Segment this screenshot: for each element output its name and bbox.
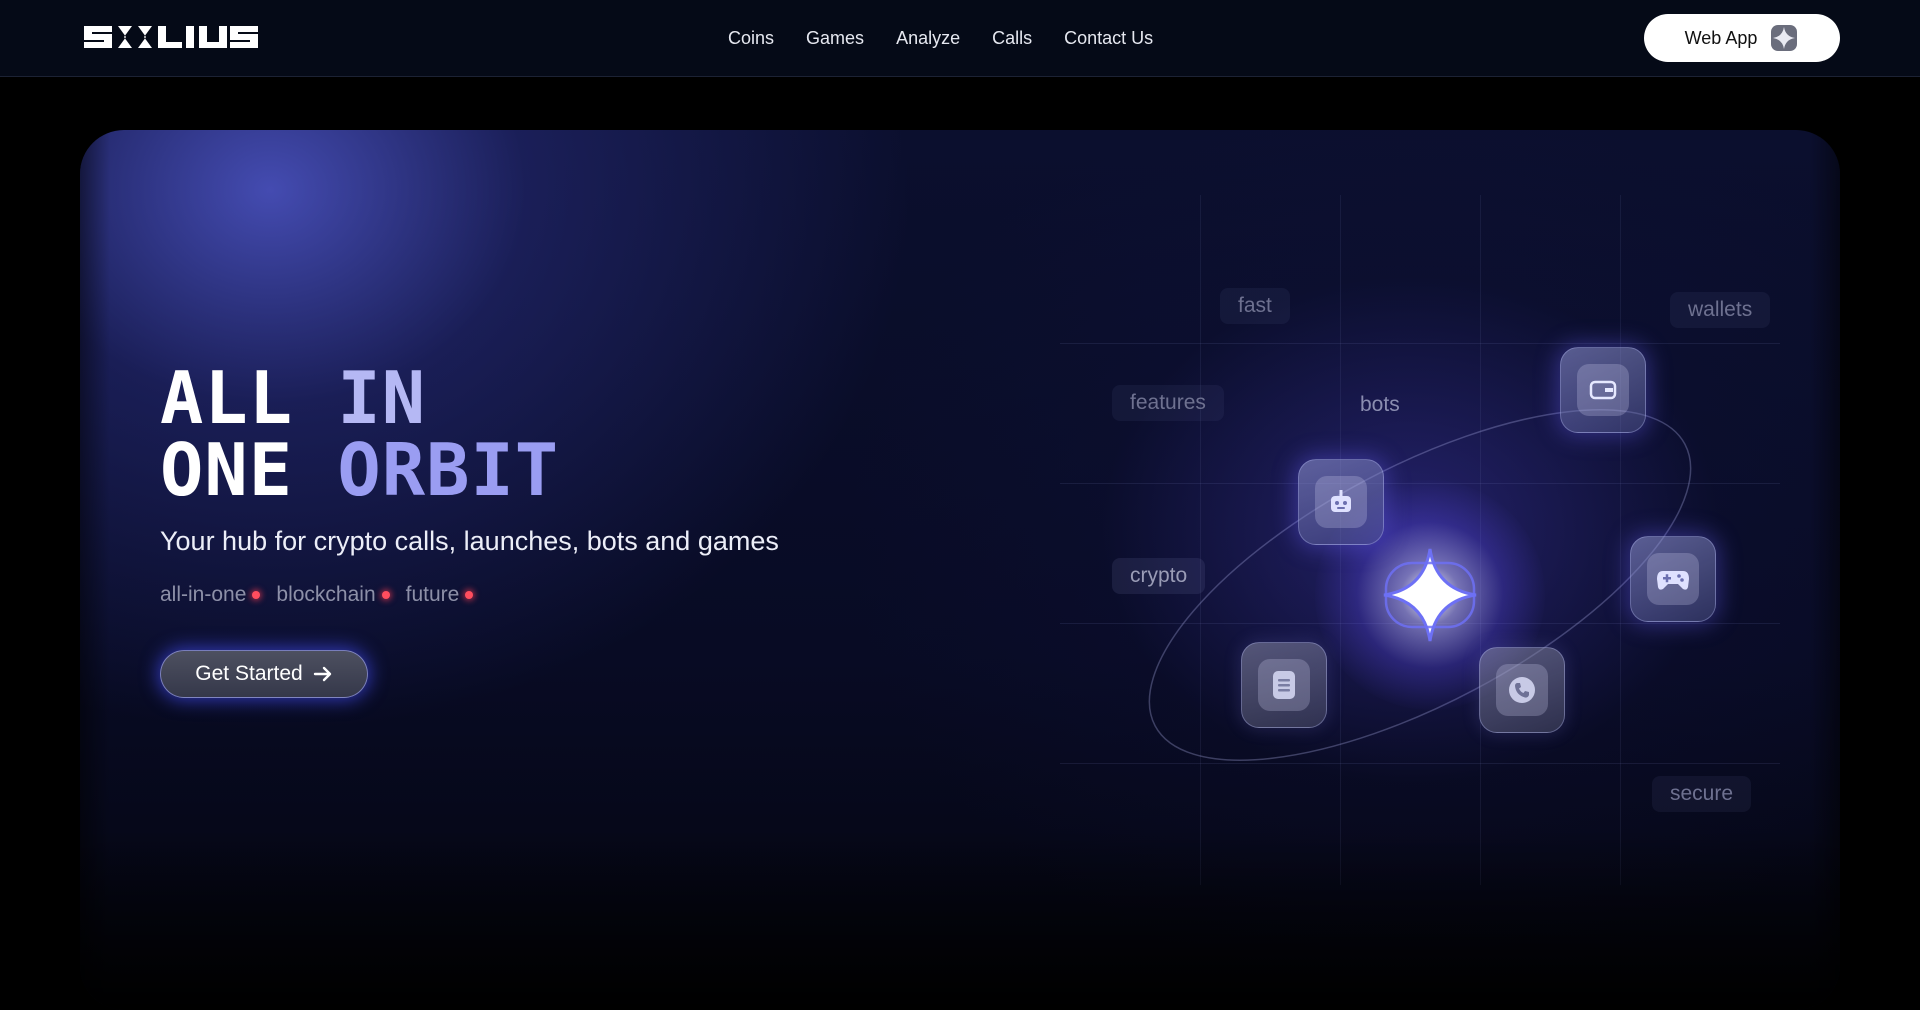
sparkle-star-icon: [1383, 548, 1477, 642]
tag-item: blockchain: [276, 583, 390, 607]
nav-analyze[interactable]: Analyze: [896, 28, 960, 49]
top-navbar: Coins Games Analyze Calls Contact Us Web…: [0, 0, 1920, 77]
bot-tile[interactable]: [1298, 459, 1384, 545]
main-nav: Coins Games Analyze Calls Contact Us: [728, 0, 1153, 76]
tile-inner: [1258, 659, 1310, 711]
gamepad-icon: [1657, 571, 1689, 590]
nav-contact-us[interactable]: Contact Us: [1064, 28, 1153, 49]
headline-word-orbit: ORBIT: [337, 428, 560, 512]
tile-inner: [1496, 664, 1548, 716]
document-tile[interactable]: [1241, 642, 1327, 728]
document-icon: [1273, 671, 1295, 699]
word-chip-wallets: wallets: [1670, 292, 1771, 328]
solius-logo[interactable]: [82, 22, 258, 50]
tile-inner: [1315, 476, 1367, 528]
tag-item: all-in-one: [160, 583, 261, 607]
tag-dot-icon: [252, 591, 261, 599]
get-started-label: Get Started: [195, 662, 303, 685]
web-app-button[interactable]: Web App: [1644, 14, 1840, 62]
tag-label: all-in-one: [160, 583, 247, 606]
tag-item: future: [406, 583, 474, 607]
tag-dot-icon: [381, 591, 390, 599]
get-started-button[interactable]: Get Started: [160, 650, 368, 698]
hero-subtitle: Your hub for crypto calls, launches, bot…: [160, 526, 779, 556]
headline-line-2: ONE ORBIT: [160, 434, 559, 506]
wallet-icon: [1589, 380, 1617, 400]
hero-headline: ALL IN ONE ORBIT: [160, 362, 559, 506]
word-chip-bots: bots: [1360, 393, 1400, 416]
arrow-right-icon: [313, 666, 331, 682]
tag-dot-icon: [465, 591, 474, 599]
tile-inner: [1647, 553, 1699, 605]
web-app-label: Web App: [1684, 27, 1758, 48]
word-chip-secure: secure: [1652, 776, 1752, 812]
tag-label: future: [405, 583, 460, 606]
nav-games[interactable]: Games: [806, 28, 864, 49]
wallet-tile[interactable]: [1560, 347, 1646, 433]
nav-calls[interactable]: Calls: [992, 28, 1032, 49]
sparkle-star-icon: [1771, 25, 1798, 51]
phone-icon: [1509, 677, 1535, 703]
word-chip-features: features: [1112, 385, 1224, 421]
nav-coins[interactable]: Coins: [728, 28, 774, 49]
hero-bottom-fade: [80, 830, 1840, 1010]
gamepad-tile[interactable]: [1630, 536, 1716, 622]
headline-word-one: ONE: [160, 428, 294, 512]
orbit-illustration: fast wallets features bots crypto secure: [1060, 195, 1780, 885]
hero-tags: all-in-one blockchain future: [160, 583, 489, 607]
hero-card: ALL IN ONE ORBIT Your hub for crypto cal…: [80, 130, 1840, 1010]
tag-label: blockchain: [276, 583, 376, 606]
bot-icon: [1331, 490, 1351, 512]
word-chip-crypto: crypto: [1112, 558, 1206, 594]
tile-inner: [1577, 364, 1629, 416]
phone-tile[interactable]: [1479, 647, 1565, 733]
word-chip-fast: fast: [1220, 288, 1290, 324]
headline-line-1: ALL IN: [160, 362, 559, 434]
